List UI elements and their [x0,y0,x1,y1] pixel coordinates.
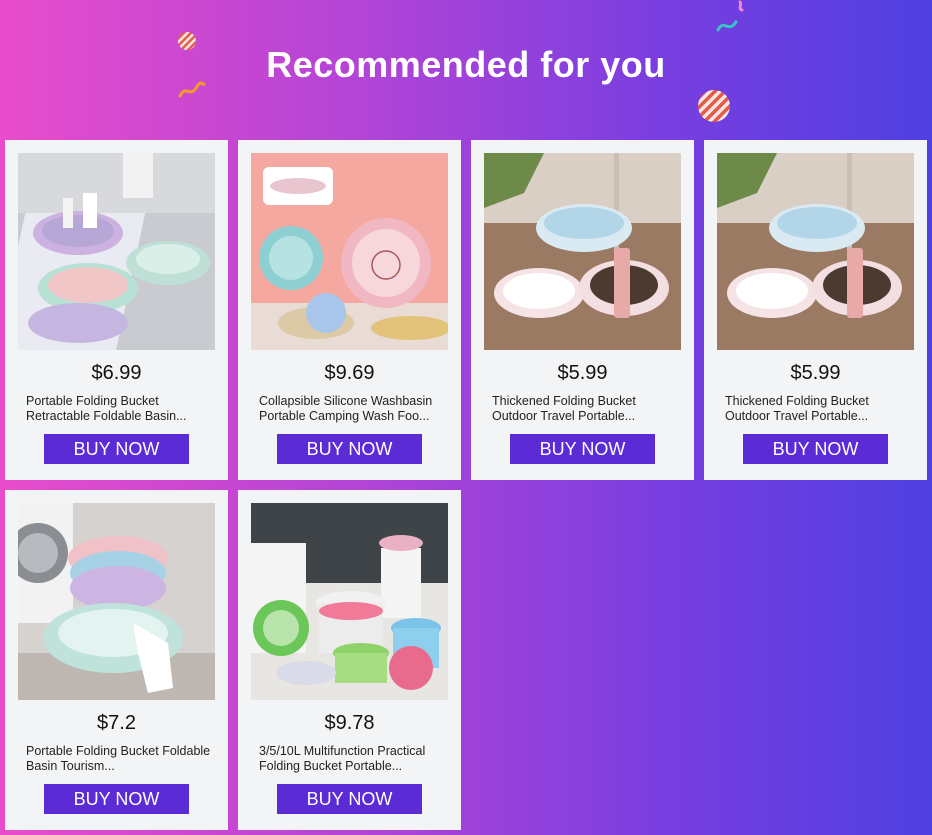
product-price: $9.69 [324,362,375,384]
product-card[interactable]: $5.99 Thickened Folding Bucket Outdoor T… [471,140,694,480]
buy-now-button[interactable]: BUY NOW [277,784,422,814]
product-name[interactable]: Thickened Folding Bucket Outdoor Travel … [492,394,678,424]
product-card[interactable]: $6.99 Portable Folding Bucket Retractabl… [5,140,228,480]
product-name[interactable]: Thickened Folding Bucket Outdoor Travel … [725,394,911,424]
product-image[interactable] [484,153,681,350]
page-title: Recommended for you [266,44,666,85]
product-price: $7.2 [97,712,136,734]
product-name[interactable]: Portable Folding Bucket Foldable Basin T… [26,744,212,774]
product-name[interactable]: 3/5/10L Multifunction Practical Folding … [259,744,445,774]
buy-now-button[interactable]: BUY NOW [743,434,888,464]
product-card[interactable]: $9.69 Collapsible Silicone Washbasin Por… [238,140,461,480]
product-price: $9.78 [324,712,375,734]
product-price: $5.99 [790,362,841,384]
buy-now-button[interactable]: BUY NOW [277,434,422,464]
product-image[interactable] [717,153,914,350]
buy-now-button[interactable]: BUY NOW [44,784,189,814]
product-price: $5.99 [557,362,608,384]
product-card[interactable]: $7.2 Portable Folding Bucket Foldable Ba… [5,490,228,830]
product-image[interactable] [251,503,448,700]
striped-ball-decoration [698,90,730,122]
product-image[interactable] [251,153,448,350]
product-card[interactable]: $5.99 Thickened Folding Bucket Outdoor T… [704,140,927,480]
buy-now-button[interactable]: BUY NOW [510,434,655,464]
product-price: $6.99 [91,362,142,384]
product-name[interactable]: Portable Folding Bucket Retractable Fold… [26,394,212,424]
header-banner: Recommended for you [0,0,932,135]
buy-now-button[interactable]: BUY NOW [44,434,189,464]
ribbon-decoration [716,0,744,32]
product-image[interactable] [18,503,215,700]
product-card[interactable]: $9.78 3/5/10L Multifunction Practical Fo… [238,490,461,830]
product-image[interactable] [18,153,215,350]
product-name[interactable]: Collapsible Silicone Washbasin Portable … [259,394,445,424]
